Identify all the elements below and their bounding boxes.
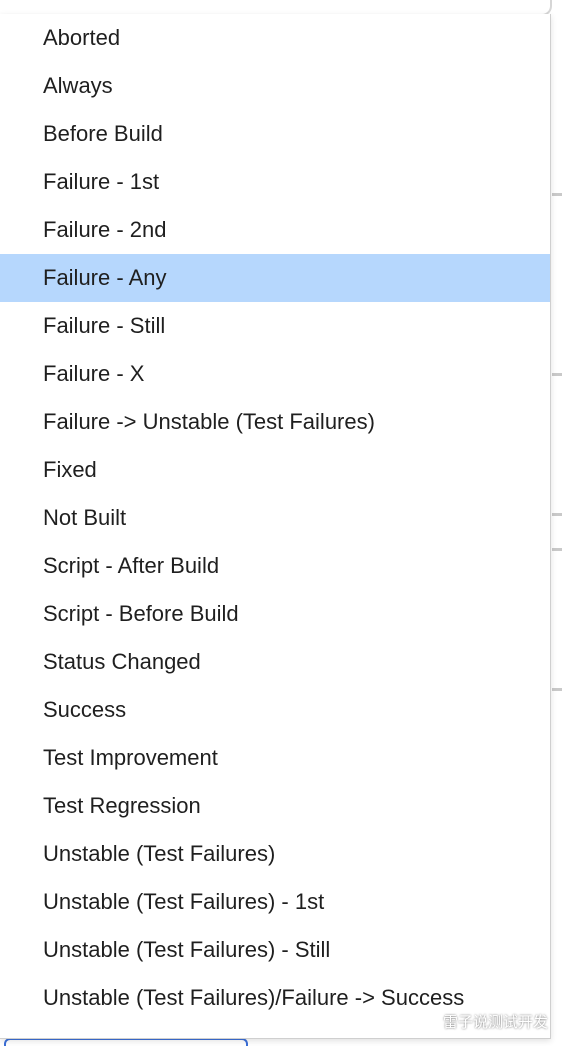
dropdown-option[interactable]: Aborted	[0, 14, 550, 62]
background-divider	[552, 193, 562, 196]
dropdown-option[interactable]: Unstable (Test Failures) - Still	[0, 926, 550, 974]
background-divider	[552, 548, 562, 551]
background-divider	[552, 688, 562, 691]
dropdown-option[interactable]: Failure - 1st	[0, 158, 550, 206]
watermark-text: 雷子说测试开发	[442, 1014, 548, 1031]
dropdown-option[interactable]: Script - Before Build	[0, 590, 550, 638]
dropdown-option[interactable]: Fixed	[0, 446, 550, 494]
dropdown-option[interactable]: Test Improvement	[0, 734, 550, 782]
dropdown-option[interactable]: Failure - 2nd	[0, 206, 550, 254]
dropdown-option[interactable]: Not Built	[0, 494, 550, 542]
wechat-icon	[415, 1012, 437, 1031]
dropdown-option[interactable]: Unstable (Test Failures) - 1st	[0, 878, 550, 926]
dropdown-option-selected[interactable]: Failure - Any	[0, 254, 550, 302]
dropdown-option[interactable]: Failure - X	[0, 350, 550, 398]
dropdown-option[interactable]: Unstable (Test Failures)	[0, 830, 550, 878]
dropdown-option[interactable]: Failure - Still	[0, 302, 550, 350]
background-divider	[552, 373, 562, 376]
dropdown-option[interactable]: Success	[0, 686, 550, 734]
watermark: 雷子说测试开发	[415, 1011, 548, 1032]
focused-field-edge[interactable]	[4, 1038, 248, 1046]
dropdown-option[interactable]: Status Changed	[0, 638, 550, 686]
dropdown-option[interactable]: Failure -> Unstable (Test Failures)	[0, 398, 550, 446]
page: Aborted Always Before Build Failure - 1s…	[0, 0, 562, 1046]
dropdown-option[interactable]: Test Regression	[0, 782, 550, 830]
dropdown-option[interactable]: Before Build	[0, 110, 550, 158]
background-divider	[552, 513, 562, 516]
dropdown-option[interactable]: Script - After Build	[0, 542, 550, 590]
dropdown-option[interactable]: Always	[0, 62, 550, 110]
dropdown-list[interactable]: Aborted Always Before Build Failure - 1s…	[0, 14, 551, 1039]
